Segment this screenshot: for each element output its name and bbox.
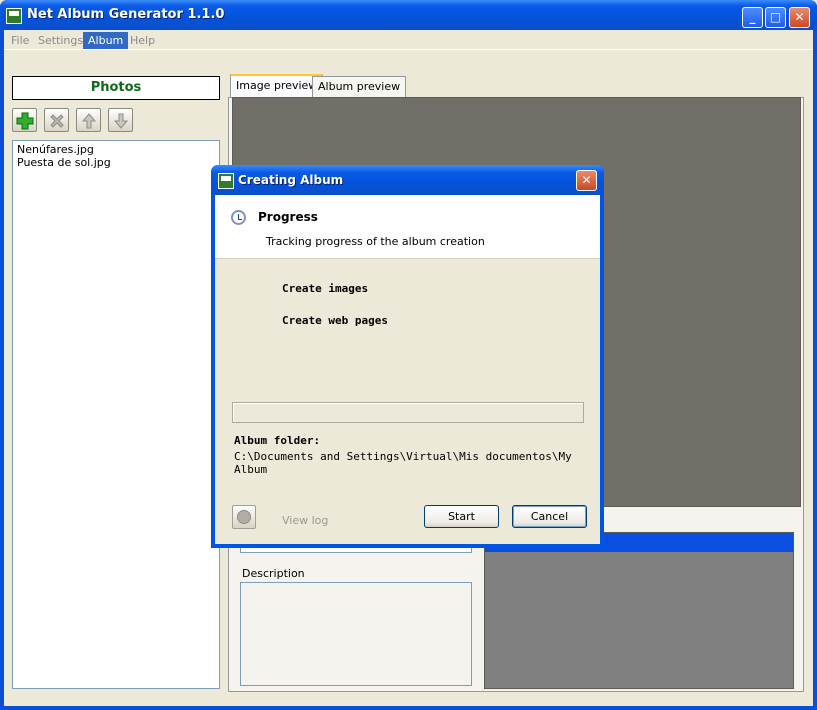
add-photo-button[interactable] <box>12 108 37 132</box>
move-up-button[interactable] <box>76 108 101 132</box>
add-icon <box>16 112 34 130</box>
dialog-close-button[interactable]: ✕ <box>576 170 597 191</box>
creating-album-dialog: Creating Album ✕ Progress Tracking progr… <box>211 165 604 548</box>
arrow-up-icon <box>81 113 97 129</box>
start-button[interactable]: Start <box>424 505 499 528</box>
photos-header: Photos <box>12 76 220 100</box>
photo-list[interactable]: Nenúfares.jpg Puesta de sol.jpg <box>12 140 220 689</box>
dialog-app-icon <box>218 173 234 189</box>
menu-bar: File Settings Album Help <box>4 30 813 50</box>
progress-bar <box>232 402 584 423</box>
menu-album[interactable]: Album <box>83 32 129 49</box>
view-log-button[interactable] <box>232 505 256 529</box>
list-item[interactable]: Puesta de sol.jpg <box>17 156 215 169</box>
clock-icon <box>231 210 246 225</box>
album-folder-path: C:\Documents and Settings\Virtual\Mis do… <box>234 450 572 476</box>
log-icon <box>237 510 251 524</box>
app-icon <box>6 8 22 24</box>
menu-file[interactable]: File <box>6 32 34 49</box>
dialog-header-title: Progress <box>258 210 318 224</box>
window-title: Net Album Generator 1.1.0 <box>27 7 225 22</box>
properties-grid[interactable] <box>484 532 794 689</box>
tab-image-preview[interactable]: Image preview <box>230 74 324 97</box>
description-label: Description <box>242 567 305 580</box>
minimize-button[interactable]: _ <box>742 7 763 28</box>
window-titlebar[interactable]: Net Album Generator 1.1.0 _ □ ✕ <box>0 0 817 30</box>
step-create-images: Create images <box>282 282 369 295</box>
dialog-title: Creating Album <box>238 173 344 187</box>
cancel-button[interactable]: Cancel <box>512 505 587 528</box>
menu-settings[interactable]: Settings <box>33 32 88 49</box>
description-input[interactable] <box>240 582 472 686</box>
dialog-titlebar[interactable]: Creating Album ✕ <box>211 165 604 195</box>
menu-help[interactable]: Help <box>125 32 160 49</box>
dialog-header: Progress Tracking progress of the album … <box>215 195 600 259</box>
dialog-header-subtitle: Tracking progress of the album creation <box>266 235 485 248</box>
view-log-label: View log <box>282 514 329 527</box>
dialog-body: Progress Tracking progress of the album … <box>215 195 600 544</box>
remove-icon <box>50 114 64 128</box>
step-create-web-pages: Create web pages <box>282 314 388 327</box>
album-folder-label: Album folder: <box>234 434 321 447</box>
list-item[interactable]: Nenúfares.jpg <box>17 143 215 156</box>
close-button[interactable]: ✕ <box>789 7 810 28</box>
arrow-down-icon <box>113 113 129 129</box>
tab-album-preview[interactable]: Album preview <box>312 76 407 97</box>
maximize-button[interactable]: □ <box>765 7 786 28</box>
remove-photo-button[interactable] <box>44 108 69 132</box>
move-down-button[interactable] <box>108 108 133 132</box>
